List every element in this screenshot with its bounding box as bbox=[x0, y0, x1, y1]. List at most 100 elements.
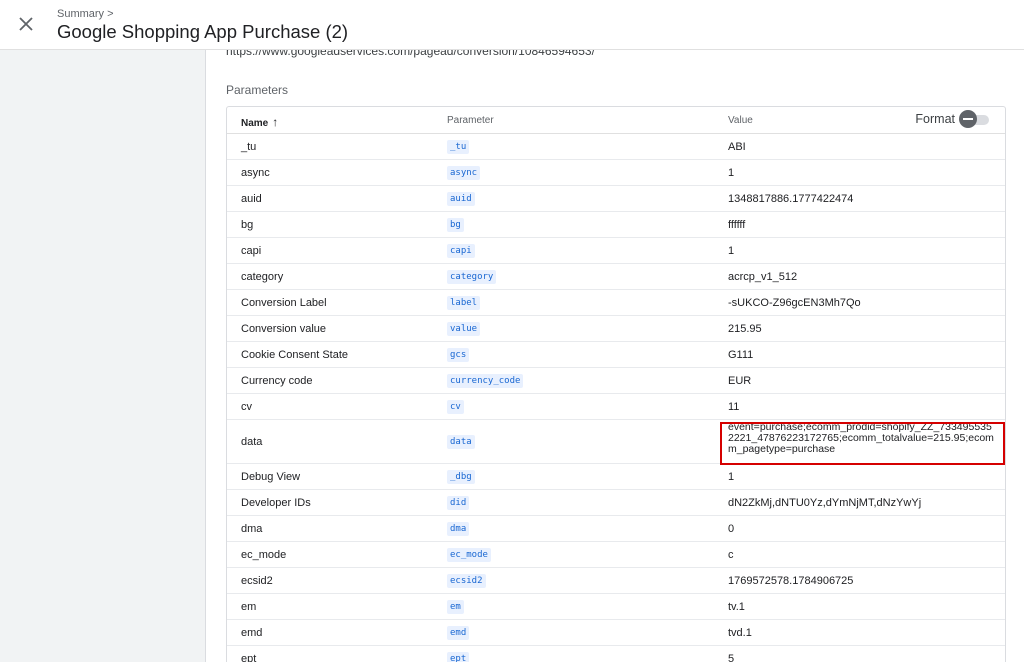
column-header-value: Value bbox=[728, 115, 753, 126]
format-label: Format bbox=[915, 112, 955, 126]
table-row[interactable]: capi capi 1 bbox=[227, 238, 1005, 264]
param-key: gcs bbox=[447, 347, 470, 362]
sidebar bbox=[0, 50, 206, 662]
table-row[interactable]: Currency code currency_code EUR bbox=[227, 368, 1005, 394]
param-name: ecsid2 bbox=[241, 574, 273, 587]
param-name: Conversion Label bbox=[241, 296, 327, 309]
param-value: 1769572578.1784906725 bbox=[728, 574, 854, 587]
toggle-knob bbox=[959, 110, 977, 128]
close-icon bbox=[19, 17, 33, 31]
param-value: 5 bbox=[728, 652, 735, 662]
param-value: 215.95 bbox=[728, 322, 762, 335]
table-row[interactable]: data data event=purchase;ecomm_prodid=shop… bbox=[227, 420, 1005, 464]
param-key: bg bbox=[447, 217, 464, 232]
column-name-label: Name bbox=[241, 118, 269, 129]
table-row[interactable]: _tu _tu ABI bbox=[227, 134, 1005, 160]
param-key: em bbox=[447, 599, 464, 614]
parameters-table: Name ↑ Parameter Value Format _tu _tu ABI as… bbox=[226, 106, 1006, 662]
param-key: ept bbox=[447, 651, 470, 662]
param-name: category bbox=[241, 270, 284, 283]
param-name: _tu bbox=[241, 140, 257, 153]
table-row[interactable]: async async 1 bbox=[227, 160, 1005, 186]
param-key: currency_code bbox=[447, 373, 524, 388]
param-value: G111 bbox=[728, 348, 754, 361]
column-header-name[interactable]: Name ↑ bbox=[241, 115, 278, 129]
param-name: Conversion value bbox=[241, 322, 326, 335]
param-name: cv bbox=[241, 400, 252, 413]
param-value: tvd.1 bbox=[728, 626, 752, 639]
param-name: ec_mode bbox=[241, 548, 287, 561]
param-value: 0 bbox=[728, 522, 735, 535]
table-row[interactable]: Conversion value value 215.95 bbox=[227, 316, 1005, 342]
param-key: async bbox=[447, 165, 481, 180]
param-value: tv.1 bbox=[728, 600, 745, 613]
param-value: acrcp_v1_512 bbox=[728, 270, 798, 283]
param-key: emd bbox=[447, 625, 470, 640]
format-toggle[interactable] bbox=[959, 110, 991, 128]
param-value: 1348817886.1777422474 bbox=[728, 192, 854, 205]
param-key: ec_mode bbox=[447, 547, 491, 562]
param-name: Currency code bbox=[241, 374, 313, 387]
table-row[interactable]: dma dma 0 bbox=[227, 516, 1005, 542]
param-value: dN2ZkMj,dNTU0Yz,dYmNjMT,dNzYwYj bbox=[728, 496, 922, 509]
table-row[interactable]: auid auid 1348817886.1777422474 bbox=[227, 186, 1005, 212]
param-name: emd bbox=[241, 626, 263, 639]
table-row[interactable]: Debug View _dbg 1 bbox=[227, 464, 1005, 490]
param-key: did bbox=[447, 495, 470, 510]
param-key: data bbox=[447, 434, 475, 449]
param-key: category bbox=[447, 269, 497, 284]
table-row[interactable]: ept ept 5 bbox=[227, 646, 1005, 662]
param-value: -sUKCO-Z96gcEN3Mh7Qo bbox=[728, 296, 861, 309]
arrow-up-icon: ↑ bbox=[272, 115, 279, 129]
param-value: 1 bbox=[728, 244, 735, 257]
param-value: 1 bbox=[728, 470, 735, 483]
table-row[interactable]: ecsid2 ecsid2 1769572578.1784906725 bbox=[227, 568, 1005, 594]
header: Summary > Google Shopping App Purchase (… bbox=[0, 0, 1024, 50]
param-name: auid bbox=[241, 192, 262, 205]
param-name: dma bbox=[241, 522, 263, 535]
format-control: Format bbox=[915, 110, 991, 128]
table-row[interactable]: cv cv 11 bbox=[227, 394, 1005, 420]
param-value: c bbox=[728, 548, 734, 561]
param-key: _tu bbox=[447, 139, 470, 154]
param-value: ABI bbox=[728, 140, 746, 153]
table-row[interactable]: em em tv.1 bbox=[227, 594, 1005, 620]
table-row[interactable]: Developer IDs did dN2ZkMj,dNTU0Yz,dYmNjMT,… bbox=[227, 490, 1005, 516]
close-button[interactable] bbox=[14, 12, 38, 36]
param-value: EUR bbox=[728, 374, 752, 387]
table-row[interactable]: ec_mode ec_mode c bbox=[227, 542, 1005, 568]
table-header: Name ↑ Parameter Value Format bbox=[227, 107, 1005, 134]
param-key: capi bbox=[447, 243, 475, 258]
param-name: bg bbox=[241, 218, 254, 231]
table-row[interactable]: emd emd tvd.1 bbox=[227, 620, 1005, 646]
param-key: cv bbox=[447, 399, 464, 414]
table-row[interactable]: Cookie Consent State gcs G111 bbox=[227, 342, 1005, 368]
param-name: Debug View bbox=[241, 470, 301, 483]
param-name: Developer IDs bbox=[241, 496, 311, 509]
param-value: event=purchase;ecomm_prodid=shopify_ZZ_7… bbox=[728, 421, 994, 455]
table-body: _tu _tu ABI async async 1 auid auid 1348817886.1… bbox=[227, 134, 1005, 662]
param-name: capi bbox=[241, 244, 262, 257]
param-key: dma bbox=[447, 521, 470, 536]
param-value: ffffff bbox=[728, 218, 746, 231]
param-key: ecsid2 bbox=[447, 573, 486, 588]
param-name: em bbox=[241, 600, 257, 613]
request-url: https://www.googleadservices.com/pagead/… bbox=[226, 50, 595, 58]
param-key: auid bbox=[447, 191, 475, 206]
table-row[interactable]: category category acrcp_v1_512 bbox=[227, 264, 1005, 290]
parameters-heading: Parameters bbox=[226, 83, 289, 97]
main-panel: https://www.googleadservices.com/pagead/… bbox=[206, 50, 1024, 662]
page-title: Google Shopping App Purchase (2) bbox=[57, 21, 349, 42]
param-name: async bbox=[241, 166, 270, 179]
param-key: label bbox=[447, 295, 481, 310]
param-value: 11 bbox=[728, 400, 740, 413]
param-name: data bbox=[241, 435, 263, 448]
column-header-parameter: Parameter bbox=[447, 115, 494, 126]
param-name: ept bbox=[241, 652, 257, 662]
table-row[interactable]: bg bg ffffff bbox=[227, 212, 1005, 238]
param-value: 1 bbox=[728, 166, 735, 179]
param-key: _dbg bbox=[447, 469, 475, 484]
breadcrumb[interactable]: Summary > bbox=[57, 8, 114, 20]
param-name: Cookie Consent State bbox=[241, 348, 349, 361]
table-row[interactable]: Conversion Label label -sUKCO-Z96gcEN3Mh7Q… bbox=[227, 290, 1005, 316]
